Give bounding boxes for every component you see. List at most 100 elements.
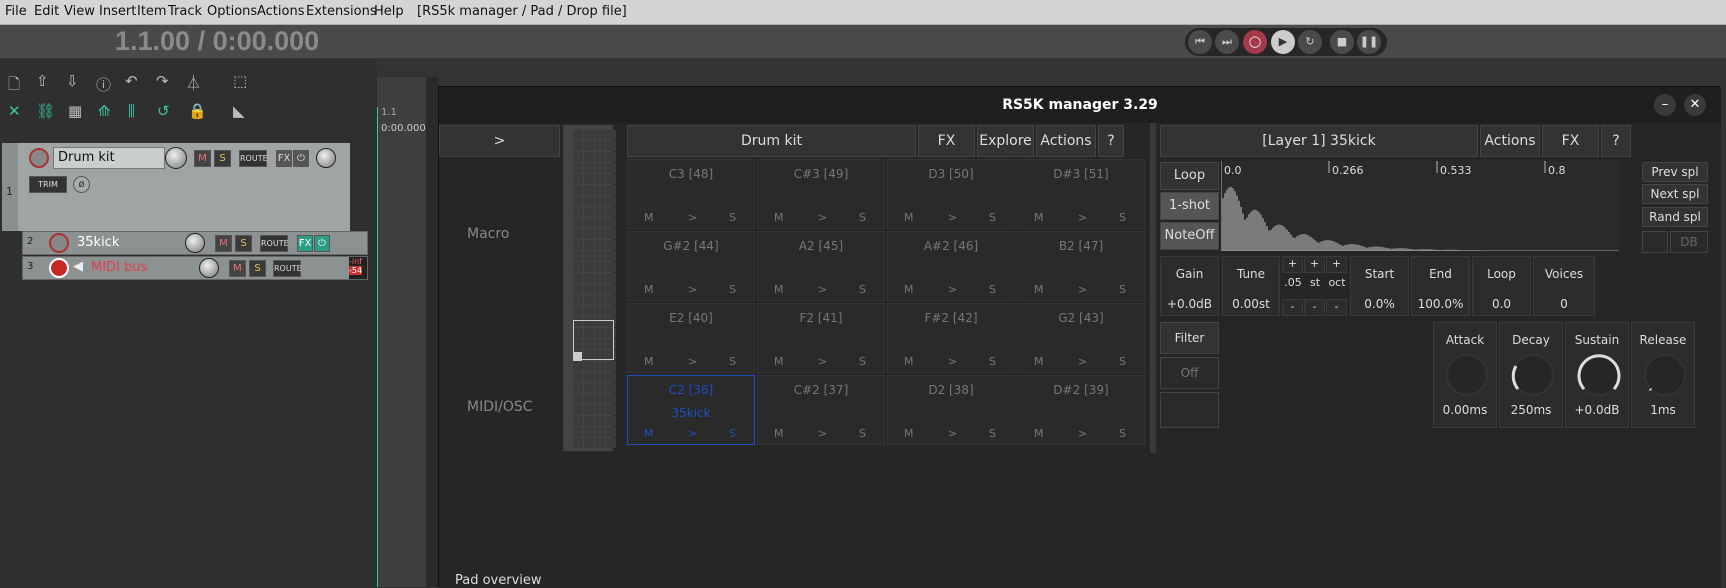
overview-cell[interactable] xyxy=(573,152,583,162)
pad-mute-button[interactable]: M xyxy=(644,211,654,224)
rack-actions-button[interactable]: Actions xyxy=(1036,125,1096,157)
overview-cell[interactable] xyxy=(573,306,583,316)
lock-icon[interactable]: 🔒 xyxy=(188,102,207,120)
overview-cell[interactable] xyxy=(595,196,605,206)
pad-mute-button[interactable]: M xyxy=(1034,427,1044,440)
minimize-icon[interactable]: – xyxy=(1654,94,1676,116)
overview-cell[interactable] xyxy=(584,416,594,426)
overview-cell[interactable] xyxy=(584,240,594,250)
overview-cell[interactable] xyxy=(573,405,583,415)
overview-cell[interactable] xyxy=(573,273,583,283)
drum-pad[interactable]: C3 [48] M > S xyxy=(627,159,755,229)
overview-cell[interactable] xyxy=(606,163,616,173)
pad-mute-button[interactable]: M xyxy=(904,427,914,440)
overview-cell[interactable] xyxy=(584,130,594,140)
grid-icon[interactable]: ▦ xyxy=(68,102,82,120)
info-icon[interactable]: ⓘ xyxy=(96,74,111,95)
pad-solo-button[interactable]: S xyxy=(729,355,736,368)
overview-cell[interactable] xyxy=(595,130,605,140)
overview-cell[interactable] xyxy=(573,130,583,140)
mute-button[interactable]: M xyxy=(229,260,246,277)
fx-bypass-icon[interactable]: ⏻ xyxy=(314,235,330,252)
pad-mute-button[interactable]: M xyxy=(904,283,914,296)
overview-cell[interactable] xyxy=(573,383,583,393)
overview-cell[interactable] xyxy=(606,394,616,404)
overview-cell[interactable] xyxy=(606,185,616,195)
pad-mute-button[interactable]: M xyxy=(774,211,784,224)
pad-play-button[interactable]: > xyxy=(948,283,957,296)
overview-cell[interactable] xyxy=(573,427,583,437)
loop-control[interactable]: Loop 0.0 xyxy=(1472,256,1531,316)
overview-cell[interactable] xyxy=(606,372,616,382)
overview-cell[interactable] xyxy=(584,196,594,206)
pad-play-button[interactable]: > xyxy=(688,355,697,368)
metronome-icon[interactable]: ⏃ xyxy=(186,72,201,93)
end-control[interactable]: End 100.0% xyxy=(1411,256,1470,316)
overview-cell[interactable] xyxy=(595,394,605,404)
overview-cell[interactable] xyxy=(573,284,583,294)
pad-play-button[interactable]: > xyxy=(818,427,827,440)
pad-mute-button[interactable]: M xyxy=(644,427,654,440)
overview-cell[interactable] xyxy=(573,372,583,382)
pad-mute-button[interactable]: M xyxy=(774,283,784,296)
phase-icon[interactable]: ø xyxy=(73,176,90,193)
pad-solo-button[interactable]: S xyxy=(859,283,866,296)
route-button[interactable]: ROUTE xyxy=(260,235,289,252)
pad-play-button[interactable]: > xyxy=(948,355,957,368)
overview-cell[interactable] xyxy=(606,251,616,261)
menu-options[interactable]: Options xyxy=(207,4,257,19)
overview-cell[interactable] xyxy=(595,251,605,261)
pad-play-button[interactable]: > xyxy=(1078,211,1087,224)
menu-track[interactable]: Track xyxy=(168,4,202,19)
overview-cell[interactable] xyxy=(606,130,616,140)
pad-solo-button[interactable]: S xyxy=(1119,283,1126,296)
track-3[interactable]: 3 ◀ MIDI bus M S ROUTE -inf -54 xyxy=(22,256,368,280)
midi-osc-label[interactable]: MIDI/OSC xyxy=(467,399,533,415)
overview-cell[interactable] xyxy=(584,383,594,393)
pad-solo-button[interactable]: S xyxy=(1119,211,1126,224)
filter-mode-button[interactable]: Off xyxy=(1160,357,1219,389)
overview-cell[interactable] xyxy=(595,416,605,426)
oneshot-mode-button[interactable]: 1-shot xyxy=(1160,192,1219,220)
overview-cell[interactable] xyxy=(584,251,594,261)
overview-cell[interactable] xyxy=(595,174,605,184)
start-control[interactable]: Start 0.0% xyxy=(1350,256,1409,316)
overview-cell[interactable] xyxy=(606,262,616,272)
drum-pad[interactable]: C#2 [37] M > S xyxy=(757,375,885,445)
overview-cell[interactable] xyxy=(595,306,605,316)
layer-help-button[interactable]: ? xyxy=(1601,125,1631,157)
pad-play-button[interactable]: > xyxy=(818,211,827,224)
redo-icon[interactable]: ↷ xyxy=(156,72,169,90)
overview-cell[interactable] xyxy=(595,273,605,283)
overview-cell[interactable] xyxy=(573,185,583,195)
rack-fx-button[interactable]: FX xyxy=(918,125,975,157)
play-icon[interactable]: ▶ xyxy=(1271,30,1295,54)
fx-button[interactable]: FX xyxy=(297,235,313,252)
decay-knob-icon[interactable] xyxy=(1510,352,1556,398)
menu-view[interactable]: View xyxy=(64,4,95,19)
overview-cell[interactable] xyxy=(584,141,594,151)
snap-icon[interactable]: ⟰ xyxy=(98,102,111,120)
overview-cell[interactable] xyxy=(573,251,583,261)
overview-cell[interactable] xyxy=(595,207,605,217)
drum-pad[interactable]: C#3 [49] M > S xyxy=(757,159,885,229)
skip-start-icon[interactable]: ⏮ xyxy=(1188,30,1212,54)
sustain-control[interactable]: Sustain +0.0dB xyxy=(1565,322,1629,428)
voices-control[interactable]: Voices 0 xyxy=(1533,256,1595,316)
overview-cell[interactable] xyxy=(606,273,616,283)
drum-pad[interactable]: A2 [45] M > S xyxy=(757,231,885,301)
overview-cell[interactable] xyxy=(573,438,583,448)
menu-edit[interactable]: Edit xyxy=(34,4,59,19)
pan-knob[interactable] xyxy=(316,148,336,168)
drum-pad[interactable]: G#2 [44] M > S xyxy=(627,231,755,301)
drum-pad[interactable]: B2 [47] M > S xyxy=(1017,231,1145,301)
overview-cell[interactable] xyxy=(595,438,605,448)
drum-pad[interactable]: F#2 [42] M > S xyxy=(887,303,1015,373)
overview-cell[interactable] xyxy=(584,361,594,371)
lines-icon[interactable]: ⫼ xyxy=(128,102,135,120)
speaker-icon[interactable]: ◀ xyxy=(73,259,83,274)
overview-cell[interactable] xyxy=(606,383,616,393)
overview-cell[interactable] xyxy=(584,284,594,294)
overview-cell[interactable] xyxy=(584,273,594,283)
pad-play-button[interactable]: > xyxy=(688,283,697,296)
